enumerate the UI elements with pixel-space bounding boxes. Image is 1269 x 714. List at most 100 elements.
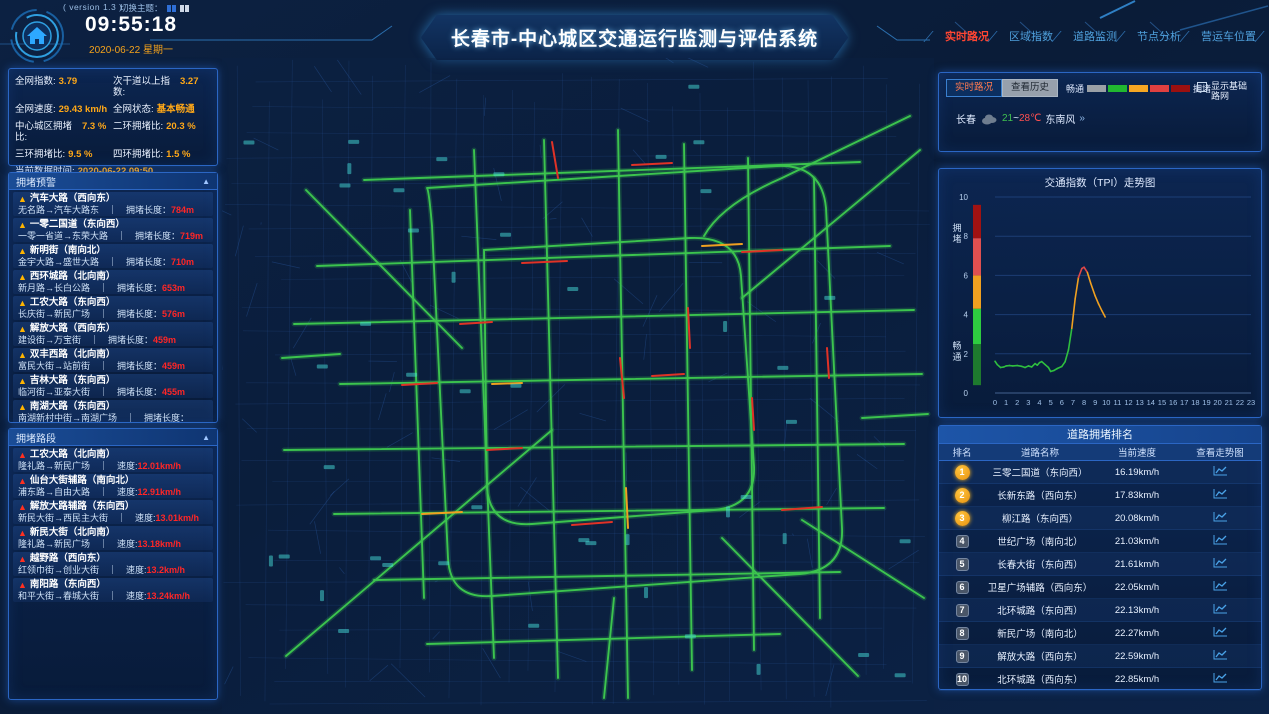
version-label: ( version 1.3 ) [63, 2, 122, 12]
wind-direction: 东南风 [1045, 111, 1075, 126]
list-item[interactable]: ▲工农大路（东向西）长庆街→新民广场 ｜ 拥堵长度：576m [13, 296, 213, 320]
svg-text:17: 17 [1180, 398, 1188, 407]
nav-separator [1179, 31, 1198, 42]
congested-list: ▲工农大路（北向南）隆礼路→新民广场 ｜ 速度:12.01km/h▲仙台大街辅路… [9, 446, 217, 699]
stat-metric: 全网状态:基本畅通 [113, 104, 211, 115]
svg-text:2: 2 [964, 350, 969, 359]
svg-text:4: 4 [964, 311, 969, 320]
ranking-header-cell: 当前速度 [1095, 445, 1179, 459]
home-button[interactable] [8, 7, 66, 65]
warning-icon: ▲ [18, 529, 27, 538]
list-item[interactable]: ▲解放大路（西向东）建设街→万宝街 ｜ 拥堵长度：459m [13, 322, 213, 346]
trend-chart-icon[interactable] [1213, 672, 1228, 687]
table-row[interactable]: 1三零二国道（东向西）16.19km/h [939, 461, 1261, 484]
warning-icon: ▲ [18, 325, 27, 334]
nav-item-区域指数[interactable]: 区域指数 [1009, 28, 1053, 44]
legend-color-swatch [1129, 85, 1148, 92]
collapse-arrow-icon[interactable]: ▲ [202, 177, 210, 186]
table-row[interactable]: 3柳江路（东向西）20.08km/h [939, 507, 1261, 530]
rank-badge: 10 [956, 673, 969, 686]
table-row[interactable]: 8新民广场（南向北）22.27km/h [939, 622, 1261, 645]
rank-badge: 4 [956, 535, 969, 548]
list-item[interactable]: ▲南湖大路（东向西）南湖新村中街→南湖广场 ｜ 拥堵长度：438m [13, 400, 213, 422]
table-row[interactable]: 9解放大路（西向东）22.59km/h [939, 645, 1261, 668]
list-item[interactable]: ▲吉林大路（东向西）临河街→亚泰大街 ｜ 拥堵长度：455m [13, 374, 213, 398]
svg-text:12: 12 [1124, 398, 1132, 407]
stat-value: 20.3 % [166, 121, 196, 143]
metric-value: 459m [162, 361, 185, 371]
weather-city: 长春 [956, 111, 976, 126]
rank-badge: 5 [956, 558, 969, 571]
nav-item-节点分析[interactable]: 节点分析 [1137, 28, 1181, 44]
list-item[interactable]: ▲解放大路辅路（东向西）新民大街→西民主大街 ｜ 速度:13.01km/h [13, 500, 213, 524]
theme-swatch-light-icon[interactable] [180, 5, 189, 12]
list-item[interactable]: ▲汽车大路（西向东）无名路→汽车大路东 ｜ 拥堵长度：784m [13, 192, 213, 216]
metric-value: 710m [171, 257, 194, 267]
collapse-arrow-icon[interactable]: ▲ [202, 433, 210, 442]
road-speed: 21.03km/h [1095, 536, 1179, 547]
trend-chart-icon[interactable] [1213, 511, 1228, 526]
nav-separator [923, 31, 942, 42]
list-item[interactable]: ▲一零二国道（东向西）一零一省道→东荣大路 ｜ 拥堵长度：719m [13, 218, 213, 242]
list-item[interactable]: ▲双丰西路（北向南）富民大街→站前街 ｜ 拥堵长度：459m [13, 348, 213, 372]
trend-chart-icon[interactable] [1213, 626, 1228, 641]
nav-separator [1115, 31, 1134, 42]
list-item[interactable]: ▲工农大路（北向南）隆礼路→新民广场 ｜ 速度:12.01km/h [13, 448, 213, 472]
road-speed: 16.19km/h [1095, 467, 1179, 478]
table-row[interactable]: 7北环城路（东向西）22.13km/h [939, 599, 1261, 622]
nav-item-营运车位置[interactable]: 营运车位置 [1201, 28, 1256, 44]
city-traffic-map[interactable] [222, 58, 934, 714]
road-speed: 20.08km/h [1095, 513, 1179, 524]
current-date: 2020-06-22 星期一 [66, 41, 196, 56]
tab-查看历史[interactable]: 查看历史 [1002, 79, 1058, 97]
svg-text:21: 21 [1225, 398, 1233, 407]
trend-chart-icon[interactable] [1213, 465, 1228, 480]
chevron-right-icon[interactable]: » [1079, 113, 1085, 124]
legend-swatches [1087, 85, 1190, 92]
warning-icon: ▲ [18, 403, 27, 412]
trend-chart-icon[interactable] [1213, 534, 1228, 549]
metric-value: 576m [162, 309, 185, 319]
nav-item-道路监测[interactable]: 道路监测 [1073, 28, 1117, 44]
stat-value: 3.27 [180, 76, 199, 98]
road-speed: 17.83km/h [1095, 490, 1179, 501]
nav-item-实时路况[interactable]: 实时路况 [945, 28, 989, 44]
table-row[interactable]: 6卫星广场辅路（西向东）22.05km/h [939, 576, 1261, 599]
checkbox-icon[interactable] [1197, 82, 1207, 92]
show-base-network-checkbox[interactable]: 显示基础路网 [1197, 81, 1255, 101]
trend-chart-icon[interactable] [1213, 488, 1228, 503]
nav-separator [1254, 31, 1269, 42]
table-row[interactable]: 4 世纪广场（南向北）21.03km/h [939, 530, 1261, 553]
road-name: 世纪广场（南向北） [985, 534, 1095, 548]
traffic-legend: 畅通 拥堵 [1066, 82, 1211, 95]
metric-value: 455m [162, 387, 185, 397]
trend-chart-icon[interactable] [1213, 603, 1228, 618]
list-item[interactable]: ▲新民大街（北向南）隆礼路→新民广场 ｜ 速度:13.18km/h [13, 526, 213, 550]
warning-icon: ▲ [18, 351, 27, 360]
svg-text:6: 6 [964, 271, 969, 280]
road-name: 北环城路（西向东） [985, 672, 1095, 686]
temp-high: 28℃ [1019, 113, 1041, 124]
weather-widget[interactable]: 长春 21~28℃ 东南风 » [956, 111, 1254, 126]
list-item[interactable]: ▲南阳路（东向西）和平大街→春城大街 ｜ 速度:13.24km/h [13, 578, 213, 602]
svg-text:1: 1 [1004, 398, 1008, 407]
list-item[interactable]: ▲越野路（西向东）红领巾街→创业大街 ｜ 速度:13.2km/h [13, 552, 213, 576]
tab-实时路况[interactable]: 实时路况 [946, 79, 1002, 97]
table-row[interactable]: 10北环城路（西向东）22.85km/h [939, 668, 1261, 691]
stat-metric: 三环拥堵比:9.5 % [15, 149, 113, 160]
list-item[interactable]: ▲仙台大街辅路（南向北）浦东路→自由大路 ｜ 速度:12.91km/h [13, 474, 213, 498]
table-row[interactable]: 2长新东路（西向东）17.83km/h [939, 484, 1261, 507]
trend-chart-icon[interactable] [1213, 649, 1228, 664]
trend-chart-icon[interactable] [1213, 557, 1228, 572]
trend-chart-icon[interactable] [1213, 580, 1228, 595]
warning-icon: ▲ [18, 581, 27, 590]
list-item[interactable]: ▲新明街（南向北）金宇大路→盛世大路 ｜ 拥堵长度：710m [13, 244, 213, 268]
svg-text:16: 16 [1169, 398, 1177, 407]
congested-sections-panel: 拥堵路段 ▲ ▲工农大路（北向南）隆礼路→新民广场 ｜ 速度:12.01km/h… [8, 428, 218, 700]
rank-badge: 3 [955, 511, 970, 526]
list-item[interactable]: ▲西环城路（北向南）新月路→长白公路 ｜ 拥堵长度：653m [13, 270, 213, 294]
metric-value: 12.91km/h [138, 487, 182, 497]
table-row[interactable]: 5长春大街（东向西）21.61km/h [939, 553, 1261, 576]
theme-swatch-blue-icon[interactable] [167, 5, 176, 12]
stat-value: 3.79 [59, 76, 78, 98]
